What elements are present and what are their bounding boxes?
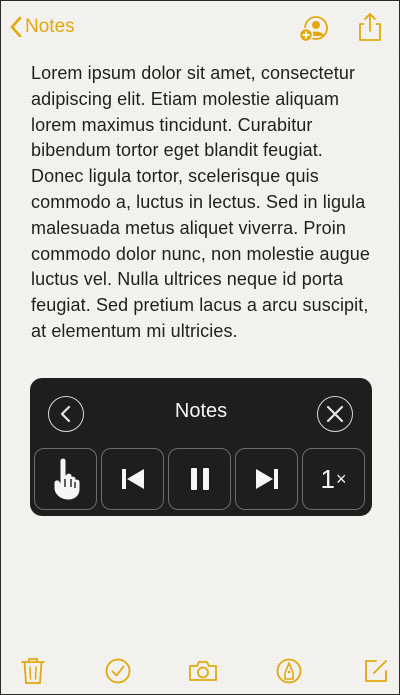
skip-back-button[interactable] [101, 448, 164, 510]
pause-icon [190, 468, 209, 490]
add-person-icon[interactable] [299, 15, 329, 43]
camera-icon[interactable] [188, 659, 218, 683]
share-icon[interactable] [358, 12, 382, 42]
checklist-icon[interactable] [105, 658, 131, 684]
controller-close-button[interactable] [317, 396, 353, 432]
pause-button[interactable] [168, 448, 231, 510]
speed-value: 1 [320, 463, 335, 494]
navigation-bar: Notes [1, 1, 399, 59]
notes-screen: Notes Lorem ipsum dolor sit amet, consec… [0, 0, 400, 695]
compose-icon[interactable] [363, 658, 389, 684]
speed-unit: × [335, 468, 347, 489]
skip-back-icon [121, 469, 144, 489]
pointer-mode-button[interactable] [34, 448, 97, 510]
trash-icon[interactable] [21, 657, 45, 685]
back-to-notes-button[interactable]: Notes [9, 15, 75, 39]
back-label: Notes [25, 16, 75, 37]
chevron-left-icon [10, 16, 22, 38]
markup-pen-icon[interactable] [276, 658, 302, 684]
skip-forward-icon [255, 469, 278, 489]
speech-controller-panel: Notes 1 × [30, 378, 372, 516]
speed-button[interactable]: 1 × [302, 448, 365, 510]
skip-forward-button[interactable] [235, 448, 298, 510]
close-icon [326, 405, 344, 423]
note-body[interactable]: Lorem ipsum dolor sit amet, consectetur … [31, 61, 376, 345]
pointer-hand-icon [54, 458, 79, 500]
